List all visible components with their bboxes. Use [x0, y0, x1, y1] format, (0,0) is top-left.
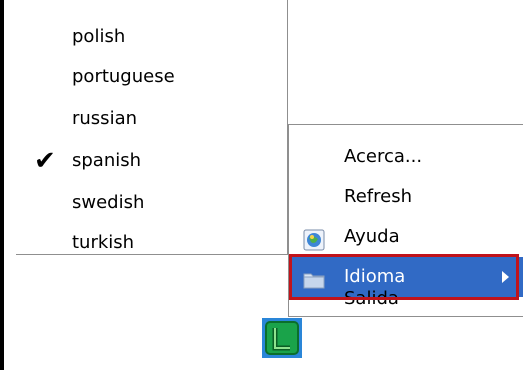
menu-item-label: Salida — [344, 288, 399, 309]
language-item-portuguese[interactable]: portuguese — [16, 56, 286, 98]
menu-item-salida[interactable]: Salida — [289, 279, 523, 319]
menu-item-label: Refresh — [344, 186, 412, 207]
menu-item-acerca[interactable]: Acerca... — [289, 137, 523, 177]
menu-item-ayuda[interactable]: Ayuda — [289, 217, 523, 257]
menu-item-label: Ayuda — [344, 226, 400, 247]
language-label: swedish — [72, 192, 145, 213]
tray-context-menu: Acerca... Refresh Ayuda Idioma Salida — [288, 124, 523, 317]
menu-item-label: Acerca... — [344, 146, 423, 167]
help-globe-icon — [303, 226, 325, 251]
language-submenu: polish portuguese russian ✔ spanish swed… — [16, 0, 288, 255]
language-item-polish[interactable]: polish — [16, 16, 286, 58]
language-item-russian[interactable]: russian — [16, 98, 286, 140]
menu-item-refresh[interactable]: Refresh — [289, 177, 523, 217]
language-item-spanish[interactable]: ✔ spanish — [16, 140, 286, 182]
tray-app-icon[interactable] — [262, 318, 302, 358]
language-label: russian — [72, 108, 138, 129]
language-label: polish — [72, 26, 126, 47]
language-label: spanish — [72, 150, 142, 171]
language-label: portuguese — [72, 66, 175, 87]
language-item-turkish[interactable]: turkish — [16, 222, 286, 264]
language-label: turkish — [72, 232, 135, 253]
language-item-swedish[interactable]: swedish — [16, 182, 286, 224]
checkmark-icon: ✔ — [34, 146, 56, 176]
window-edge — [0, 0, 4, 370]
